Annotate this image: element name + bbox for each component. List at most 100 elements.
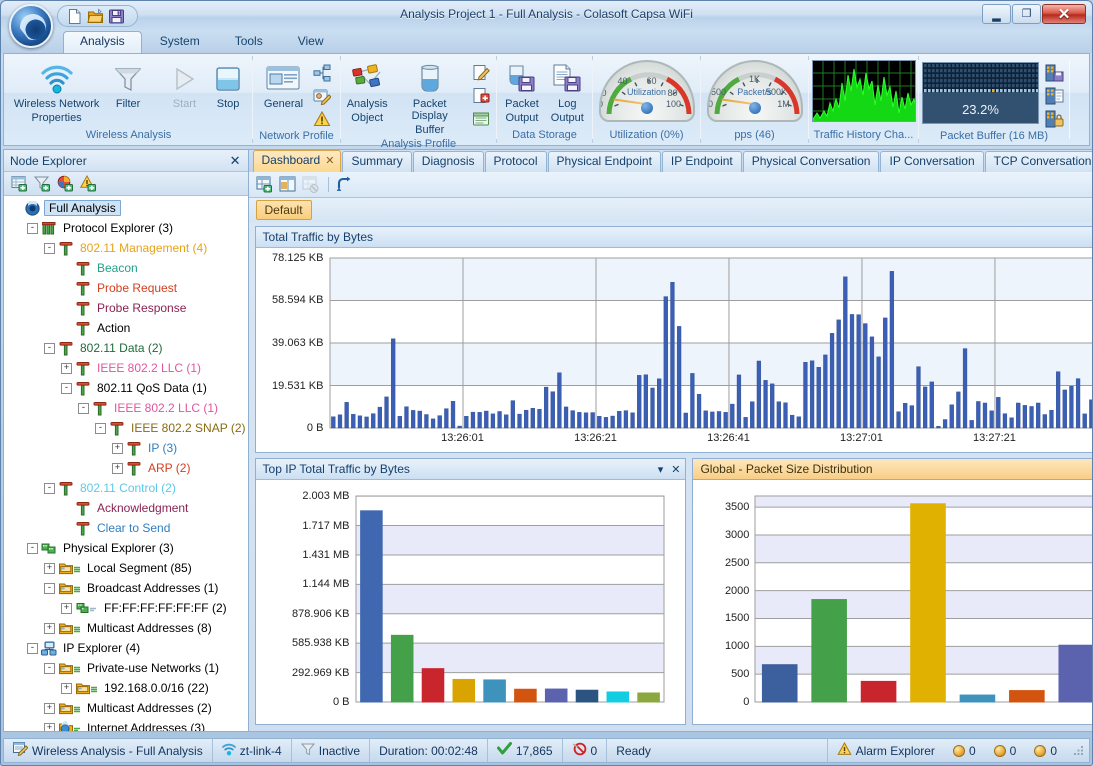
collapse-toggle-icon[interactable]: - xyxy=(78,402,89,414)
tree-node[interactable]: + FF:FF:FF:FF:FF:FF (2) xyxy=(6,598,248,618)
tree-node[interactable]: + Local Segment (85) xyxy=(6,558,248,578)
ribbon-group-utilization[interactable]: 0 20 40 60 80 100 Utilization Utilizatio… xyxy=(593,56,701,143)
ribbon-group-packet-buffer[interactable]: 23.2% Packet Buffer (16 MB) xyxy=(919,56,1070,143)
pps-gauge[interactable]: 0 500 1K 500K 1M Packet/s xyxy=(706,60,803,122)
tree-node[interactable]: + Internet Addresses (3) xyxy=(6,718,248,731)
log-output-button[interactable]: Log Output xyxy=(546,60,589,126)
new-node-icon[interactable] xyxy=(10,175,28,193)
add-panel-icon[interactable] xyxy=(256,175,275,194)
alarm-node-icon[interactable] xyxy=(79,175,97,193)
expand-toggle-icon[interactable]: + xyxy=(61,602,72,614)
resize-grip-icon[interactable] xyxy=(1072,744,1085,757)
tree-node[interactable]: - 802.11 QoS Data (1) xyxy=(6,378,248,398)
filter-button[interactable]: Filter xyxy=(108,60,148,112)
add-page-icon[interactable] xyxy=(469,85,493,107)
tree-node[interactable]: +192.168.0.0/16 (22) xyxy=(6,678,248,698)
stop-button[interactable]: Stop xyxy=(208,60,248,112)
wireless-network-properties-button[interactable]: Wireless Network Properties xyxy=(9,60,105,126)
tree-node[interactable]: Probe Response xyxy=(6,298,248,318)
tree-node[interactable]: - Protocol Explorer (3) xyxy=(6,218,248,238)
app-menu-orb[interactable] xyxy=(9,4,53,48)
tree-node[interactable]: - IEEE 802.2 LLC (1) xyxy=(6,398,248,418)
tree-node[interactable]: + IEEE 802.2 LLC (1) xyxy=(6,358,248,378)
tab-ip-endpoint[interactable]: IP Endpoint xyxy=(661,151,742,172)
tree-node[interactable]: - IP Explorer (4) xyxy=(6,638,248,658)
tree-node[interactable]: Acknowledgment xyxy=(6,498,248,518)
analysis-object-button[interactable]: Analysis Object xyxy=(344,60,390,126)
tree-node[interactable]: - Private-use Networks (1) xyxy=(6,658,248,678)
chart-packet-size[interactable]: 0 500 1000 1500 2000 2500 3000 3500 xyxy=(693,480,1092,724)
tree-node[interactable]: + ARP (2) xyxy=(6,458,248,478)
maximize-button[interactable]: ❐ xyxy=(1012,4,1041,24)
chevron-down-icon[interactable]: ▾ xyxy=(658,463,664,476)
status-filter[interactable]: Inactive xyxy=(292,739,371,762)
packet-display-buffer-button[interactable]: Packet Display Buffer xyxy=(392,60,467,138)
tree-node[interactable]: - 802.11 Data (2) xyxy=(6,338,248,358)
tab-tcp-conversation[interactable]: TCP Conversation xyxy=(984,151,1092,172)
chart-top-ip[interactable]: 0 B 292.969 KB 585.938 KB 878.906 KB 1.144 M… xyxy=(256,480,686,724)
expand-toggle-icon[interactable]: + xyxy=(44,722,55,731)
tree-node[interactable]: - IEEE 802.2 SNAP (2) xyxy=(6,418,248,438)
collapse-toggle-icon[interactable]: - xyxy=(44,242,55,254)
status-alarm-count-2[interactable]: 0 xyxy=(985,739,1026,762)
expand-toggle-icon[interactable]: + xyxy=(61,682,72,694)
utilization-gauge[interactable]: 0 20 40 60 80 100 Utilization xyxy=(598,60,695,122)
ribbon-tab-view[interactable]: View xyxy=(281,31,341,53)
tree-node[interactable]: - Physical Explorer (3) xyxy=(6,538,248,558)
status-analysis[interactable]: Wireless Analysis - Full Analysis xyxy=(4,739,213,762)
collapse-toggle-icon[interactable]: - xyxy=(27,642,38,654)
buffer-save-icon[interactable] xyxy=(1042,62,1066,84)
tree-node[interactable]: Full Analysis xyxy=(6,198,248,218)
packet-output-button[interactable]: Packet Output xyxy=(500,60,544,126)
tree-node[interactable]: Clear to Send xyxy=(6,518,248,538)
color-node-icon[interactable] xyxy=(56,175,74,193)
start-button[interactable]: Start xyxy=(164,60,204,112)
collapse-toggle-icon[interactable]: - xyxy=(61,382,72,394)
node-tree[interactable]: Full Analysis - Protocol Explorer (3) -802.… xyxy=(4,196,248,731)
ribbon-group-pps[interactable]: 0 500 1K 500K 1M Packet/s pps (46) xyxy=(701,56,809,143)
status-alarm-count-3[interactable]: 0 xyxy=(1025,739,1066,762)
ribbon-tab-analysis[interactable]: Analysis xyxy=(63,31,142,53)
collapse-toggle-icon[interactable]: - xyxy=(44,662,55,674)
dashboard-profile-default[interactable]: Default xyxy=(255,200,312,220)
collapse-toggle-icon[interactable]: - xyxy=(44,582,55,594)
tree-node[interactable]: - 802.11 Management (4) xyxy=(6,238,248,258)
tab-summary[interactable]: Summary xyxy=(342,151,412,172)
collapse-toggle-icon[interactable]: - xyxy=(27,222,38,234)
collapse-toggle-icon[interactable]: - xyxy=(95,422,106,434)
ribbon-tab-tools[interactable]: Tools xyxy=(218,31,280,53)
status-adapter[interactable]: zt-link-4 xyxy=(213,739,292,762)
ribbon-tab-system[interactable]: System xyxy=(143,31,217,53)
expand-toggle-icon[interactable]: + xyxy=(44,622,55,634)
buffer-lock-icon[interactable] xyxy=(1042,108,1066,130)
tab-protocol[interactable]: Protocol xyxy=(484,151,547,172)
close-icon[interactable]: ✕ xyxy=(227,153,244,169)
collapse-toggle-icon[interactable]: - xyxy=(44,342,55,354)
tree-node[interactable]: + IP (3) xyxy=(6,438,248,458)
minimize-button[interactable]: ▂ xyxy=(982,4,1011,24)
tree-node[interactable]: Action xyxy=(6,318,248,338)
tab-dashboard[interactable]: Dashboard ✕ xyxy=(252,150,342,172)
collapse-toggle-icon[interactable]: - xyxy=(44,482,55,494)
tab-physical-endpoint[interactable]: Physical Endpoint xyxy=(547,151,661,172)
tree-node[interactable]: Probe Request xyxy=(6,278,248,298)
tree-node[interactable]: - Broadcast Addresses (1) xyxy=(6,578,248,598)
tree-node[interactable]: + Multicast Addresses (2) xyxy=(6,698,248,718)
collapse-toggle-icon[interactable]: - xyxy=(27,542,38,554)
clipboard-icon[interactable] xyxy=(469,108,493,130)
edit-note-icon[interactable] xyxy=(469,62,493,84)
tree-node[interactable]: Beacon xyxy=(6,258,248,278)
expand-toggle-icon[interactable]: + xyxy=(44,702,55,714)
close-icon[interactable]: ✕ xyxy=(671,463,680,476)
general-button[interactable]: General xyxy=(259,60,308,112)
tab-ip-conversation[interactable]: IP Conversation xyxy=(880,151,984,172)
chart-total-traffic[interactable]: 0 B 19.531 KB 39.063 KB 58.594 KB 78.125 KB 1… xyxy=(256,248,1092,452)
filter-node-icon[interactable] xyxy=(33,175,51,193)
node-group-icon[interactable] xyxy=(310,62,334,84)
tree-node[interactable]: + Multicast Addresses (8) xyxy=(6,618,248,638)
packet-buffer-indicator[interactable]: 23.2% xyxy=(922,62,1039,124)
buffer-add-icon[interactable] xyxy=(1042,85,1066,107)
expand-toggle-icon[interactable]: + xyxy=(112,442,123,454)
edit-panel-icon[interactable] xyxy=(279,175,298,194)
expand-toggle-icon[interactable]: + xyxy=(112,462,123,474)
